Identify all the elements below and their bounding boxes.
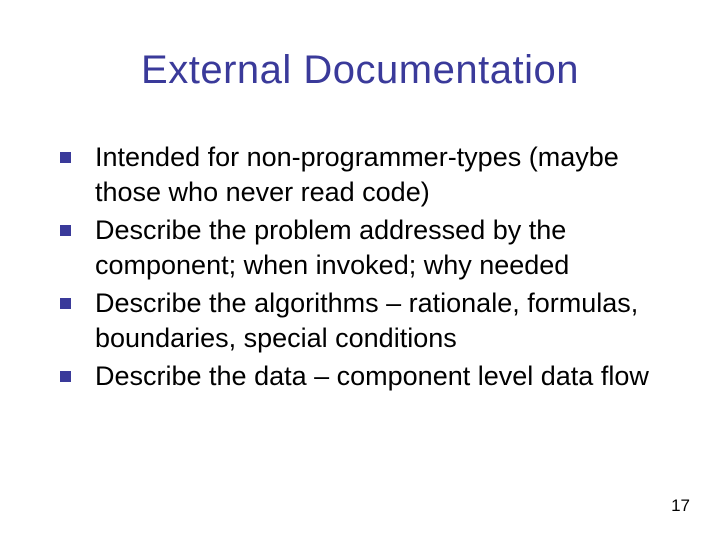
list-item-text: Describe the problem addressed by the co… xyxy=(95,213,672,282)
list-item: Describe the algorithms – rationale, for… xyxy=(60,286,672,355)
list-item-text: Describe the data – component level data… xyxy=(95,359,649,394)
slide: External Documentation Intended for non-… xyxy=(0,0,720,540)
square-bullet-icon xyxy=(60,152,71,163)
square-bullet-icon xyxy=(60,298,71,309)
list-item-text: Describe the algorithms – rationale, for… xyxy=(95,286,672,355)
slide-body: Intended for non-programmer-types (maybe… xyxy=(60,140,672,398)
list-item: Describe the data – component level data… xyxy=(60,359,672,394)
slide-title: External Documentation xyxy=(0,48,720,93)
page-number: 17 xyxy=(671,496,690,516)
square-bullet-icon xyxy=(60,371,71,382)
list-item: Intended for non-programmer-types (maybe… xyxy=(60,140,672,209)
list-item: Describe the problem addressed by the co… xyxy=(60,213,672,282)
square-bullet-icon xyxy=(60,225,71,236)
list-item-text: Intended for non-programmer-types (maybe… xyxy=(95,140,672,209)
